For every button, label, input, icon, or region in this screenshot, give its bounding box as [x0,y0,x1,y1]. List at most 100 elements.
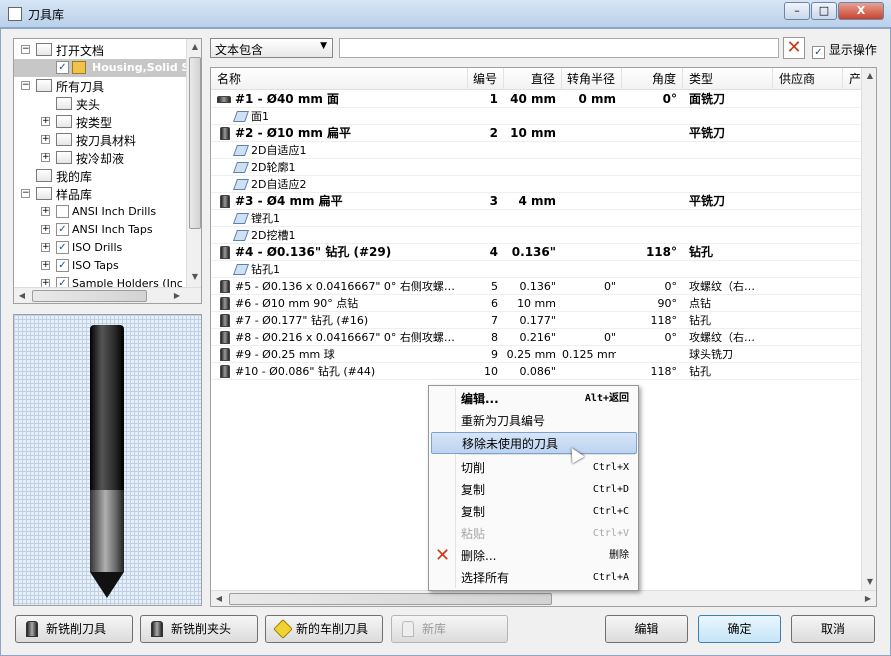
table-row[interactable]: #6 - Ø10 mm 90° 点钻 6 10 mm 90° 点钻 [211,295,876,312]
tree-expander-icon[interactable]: + [41,261,50,270]
tree-item[interactable]: 我的库 [14,167,186,185]
tree-item-label: ANSI Inch Drills [72,205,157,218]
tree-item[interactable]: + ✓ ISO Taps [14,257,186,275]
scroll-down-icon[interactable]: ▼ [862,574,876,590]
column-header[interactable]: 名称 [211,68,468,90]
scroll-left-icon[interactable]: ◀ [14,288,30,303]
tree-item-label: 所有刀具 [56,80,105,94]
tree-item-checkbox[interactable]: ✓ [56,241,69,254]
column-header[interactable]: 转角半径 [562,68,622,90]
table-row[interactable]: #10 - Ø0.086" 钻孔 (#44) 10 0.086" 118° 钻孔 [211,363,876,380]
table-row[interactable]: #5 - Ø0.136 x 0.0416667" 0° 右侧攻螺… 5 0.136"… [211,278,876,295]
clear-filter-icon[interactable]: ✕ [783,37,805,59]
close-button[interactable]: X [838,2,884,20]
scroll-right-icon[interactable]: ▶ [169,288,185,303]
table-row[interactable]: #4 - Ø0.136" 钻孔 (#29) 4 0.136" 118° 钻孔 [211,244,876,261]
table-row[interactable]: #8 - Ø0.216 x 0.0416667" 0° 右侧攻螺… 8 0.216"… [211,329,876,346]
column-header[interactable]: 类型 [683,68,773,90]
tree-vertical-scrollbar[interactable]: ▲ ▼ [186,39,201,287]
column-header[interactable]: 角度 [622,68,683,90]
show-operations-toggle[interactable]: ✓ 显示操作 [812,41,877,59]
tree-item-checkbox[interactable]: ✓ [56,61,69,74]
tree-item[interactable]: + 按类型 [14,113,186,131]
tree-expander-icon[interactable]: + [41,135,50,144]
table-cell-number: 8 [491,331,498,344]
library-tree[interactable]: − 打开文档 ✓ Housing,Solid Sta − 所有刀具 夹头 + 按类型 + 按刀具材料… [13,38,202,304]
list-hscroll-thumb[interactable] [229,593,552,605]
tree-item[interactable]: − 打开文档 [14,41,186,59]
search-input[interactable] [339,38,779,58]
tree-expander-icon[interactable]: + [41,207,50,216]
scroll-up-icon[interactable]: ▲ [187,39,201,55]
column-header[interactable]: 直径 [504,68,562,90]
context-menu-item[interactable]: ✕ 删除... 删除 [431,545,637,567]
list-vertical-scrollbar[interactable]: ▲ ▼ [861,68,876,590]
tree-expander-icon[interactable]: − [21,45,30,54]
table-row[interactable]: #1 - Ø40 mm 面 1 40 mm 0 mm 0° 面铣刀 [211,91,876,108]
tree-item[interactable]: + ✓ ANSI Inch Taps [14,221,186,239]
context-menu-item[interactable]: 复制 Ctrl+D [431,479,637,501]
table-row[interactable]: 2D自适应2 [211,176,876,193]
table-row[interactable]: 钻孔1 [211,261,876,278]
tree-item-checkbox[interactable] [56,205,69,218]
tree-horizontal-scrollbar[interactable]: ◀ ▶ [14,287,201,303]
tree-item[interactable]: − 样品库 [14,185,186,203]
table-row[interactable]: 镗孔1 [211,210,876,227]
tree-expander-icon[interactable]: + [41,153,50,162]
tree-item[interactable]: + ✓ ISO Drills [14,239,186,257]
ok-button[interactable]: 确定 [698,615,781,643]
context-menu-item[interactable]: 复制 Ctrl+C [431,501,637,523]
new-turn-tool-button[interactable]: 新的车削刀具 [265,615,383,643]
column-header[interactable]: 供应商 [773,68,843,90]
context-menu-item[interactable]: 重新为刀具编号 [431,410,637,432]
tree-expander-icon[interactable]: + [41,117,50,126]
scroll-down-icon[interactable]: ▼ [187,269,201,285]
folder-icon [36,187,52,200]
edit-button[interactable]: 编辑 [605,615,688,643]
tree-item-checkbox[interactable]: ✓ [56,223,69,236]
scroll-up-icon[interactable]: ▲ [862,68,876,84]
table-row[interactable]: 2D自适应1 [211,142,876,159]
tree-item[interactable]: + ANSI Inch Drills [14,203,186,221]
scroll-right-icon[interactable]: ▶ [860,591,876,606]
scroll-left-icon[interactable]: ◀ [211,591,227,606]
tree-expander-icon[interactable]: + [41,243,50,252]
tree-expander-icon[interactable]: + [41,225,50,234]
tree-expander-icon[interactable]: − [21,189,30,198]
tree-item-checkbox[interactable]: ✓ [56,259,69,272]
tree-scroll-thumb[interactable] [189,57,201,229]
table-cell-number: 10 [484,365,498,378]
table-row[interactable]: #3 - Ø4 mm 扁平 3 4 mm 平铣刀 [211,193,876,210]
context-menu-item[interactable]: 编辑... Alt+返回 [431,388,637,410]
table-row[interactable]: #2 - Ø10 mm 扁平 2 10 mm 平铣刀 [211,125,876,142]
new-mill-tool-button[interactable]: 新铣削刀具 [15,615,133,643]
tree-item[interactable]: + 按刀具材料 [14,131,186,149]
minimize-button[interactable]: – [784,2,810,20]
tree-item-label: ISO Taps [72,259,119,272]
tree-item[interactable]: ✓ Housing,Solid Sta [14,59,201,77]
maximize-button[interactable]: □ [811,2,837,20]
tree-item[interactable]: − 所有刀具 [14,77,186,95]
tree-item[interactable]: + 按冷却液 [14,149,186,167]
column-header[interactable]: 编号 [468,68,504,90]
cancel-button[interactable]: 取消 [791,615,875,643]
table-row[interactable]: 面1 [211,108,876,125]
table-cell-name: #2 - Ø10 mm 扁平 [235,126,352,140]
new-mill-holder-button[interactable]: 新铣削夹头 [140,615,258,643]
context-menu-item[interactable]: 移除未使用的刀具 [431,432,637,454]
tree-item[interactable]: 夹头 [14,95,186,113]
library-icon [56,133,72,146]
list-horizontal-scrollbar[interactable]: ◀ ▶ [211,590,876,606]
table-row[interactable]: #9 - Ø0.25 mm 球 9 0.25 mm 0.125 mm 球头铣刀 [211,346,876,363]
filter-mode-select[interactable]: 文本包含 ▼ [210,38,333,58]
new-library-button[interactable]: 新库 [391,615,508,643]
context-menu-item[interactable]: 粘贴 Ctrl+V [431,523,637,545]
context-menu-item[interactable]: 切削 Ctrl+X [431,457,637,479]
show-operations-checkbox[interactable]: ✓ [812,46,825,59]
table-row[interactable]: #7 - Ø0.177" 钻孔 (#16) 7 0.177" 118° 钻孔 [211,312,876,329]
context-menu-item[interactable]: 选择所有 Ctrl+A [431,567,637,589]
table-row[interactable]: 2D轮廓1 [211,159,876,176]
tree-expander-icon[interactable]: − [21,81,30,90]
table-row[interactable]: 2D挖槽1 [211,227,876,244]
tree-hscroll-thumb[interactable] [32,290,147,302]
